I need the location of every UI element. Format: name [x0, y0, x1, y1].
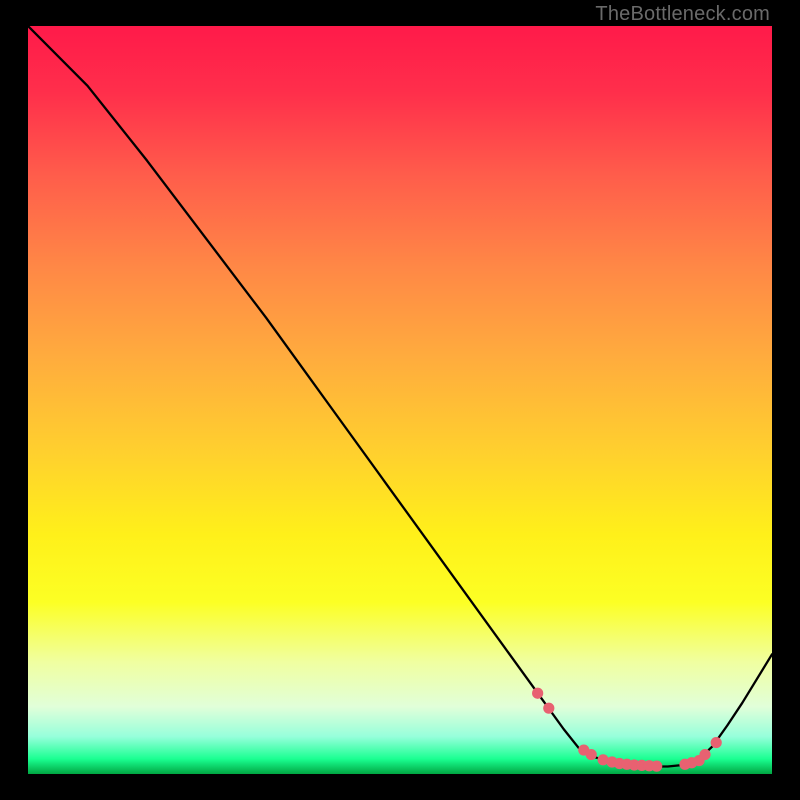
data-point: [586, 749, 597, 760]
data-point: [532, 688, 543, 699]
data-point: [543, 703, 554, 714]
data-point: [699, 749, 710, 760]
curve-path: [28, 26, 772, 767]
curve-line: [28, 26, 772, 767]
data-point: [651, 761, 662, 772]
attribution-text: TheBottleneck.com: [595, 3, 770, 26]
plot-area: [28, 26, 772, 774]
data-point: [711, 737, 722, 748]
curve-points: [532, 688, 722, 772]
chart-svg: [28, 26, 772, 774]
chart-canvas: TheBottleneck.com: [0, 0, 800, 800]
